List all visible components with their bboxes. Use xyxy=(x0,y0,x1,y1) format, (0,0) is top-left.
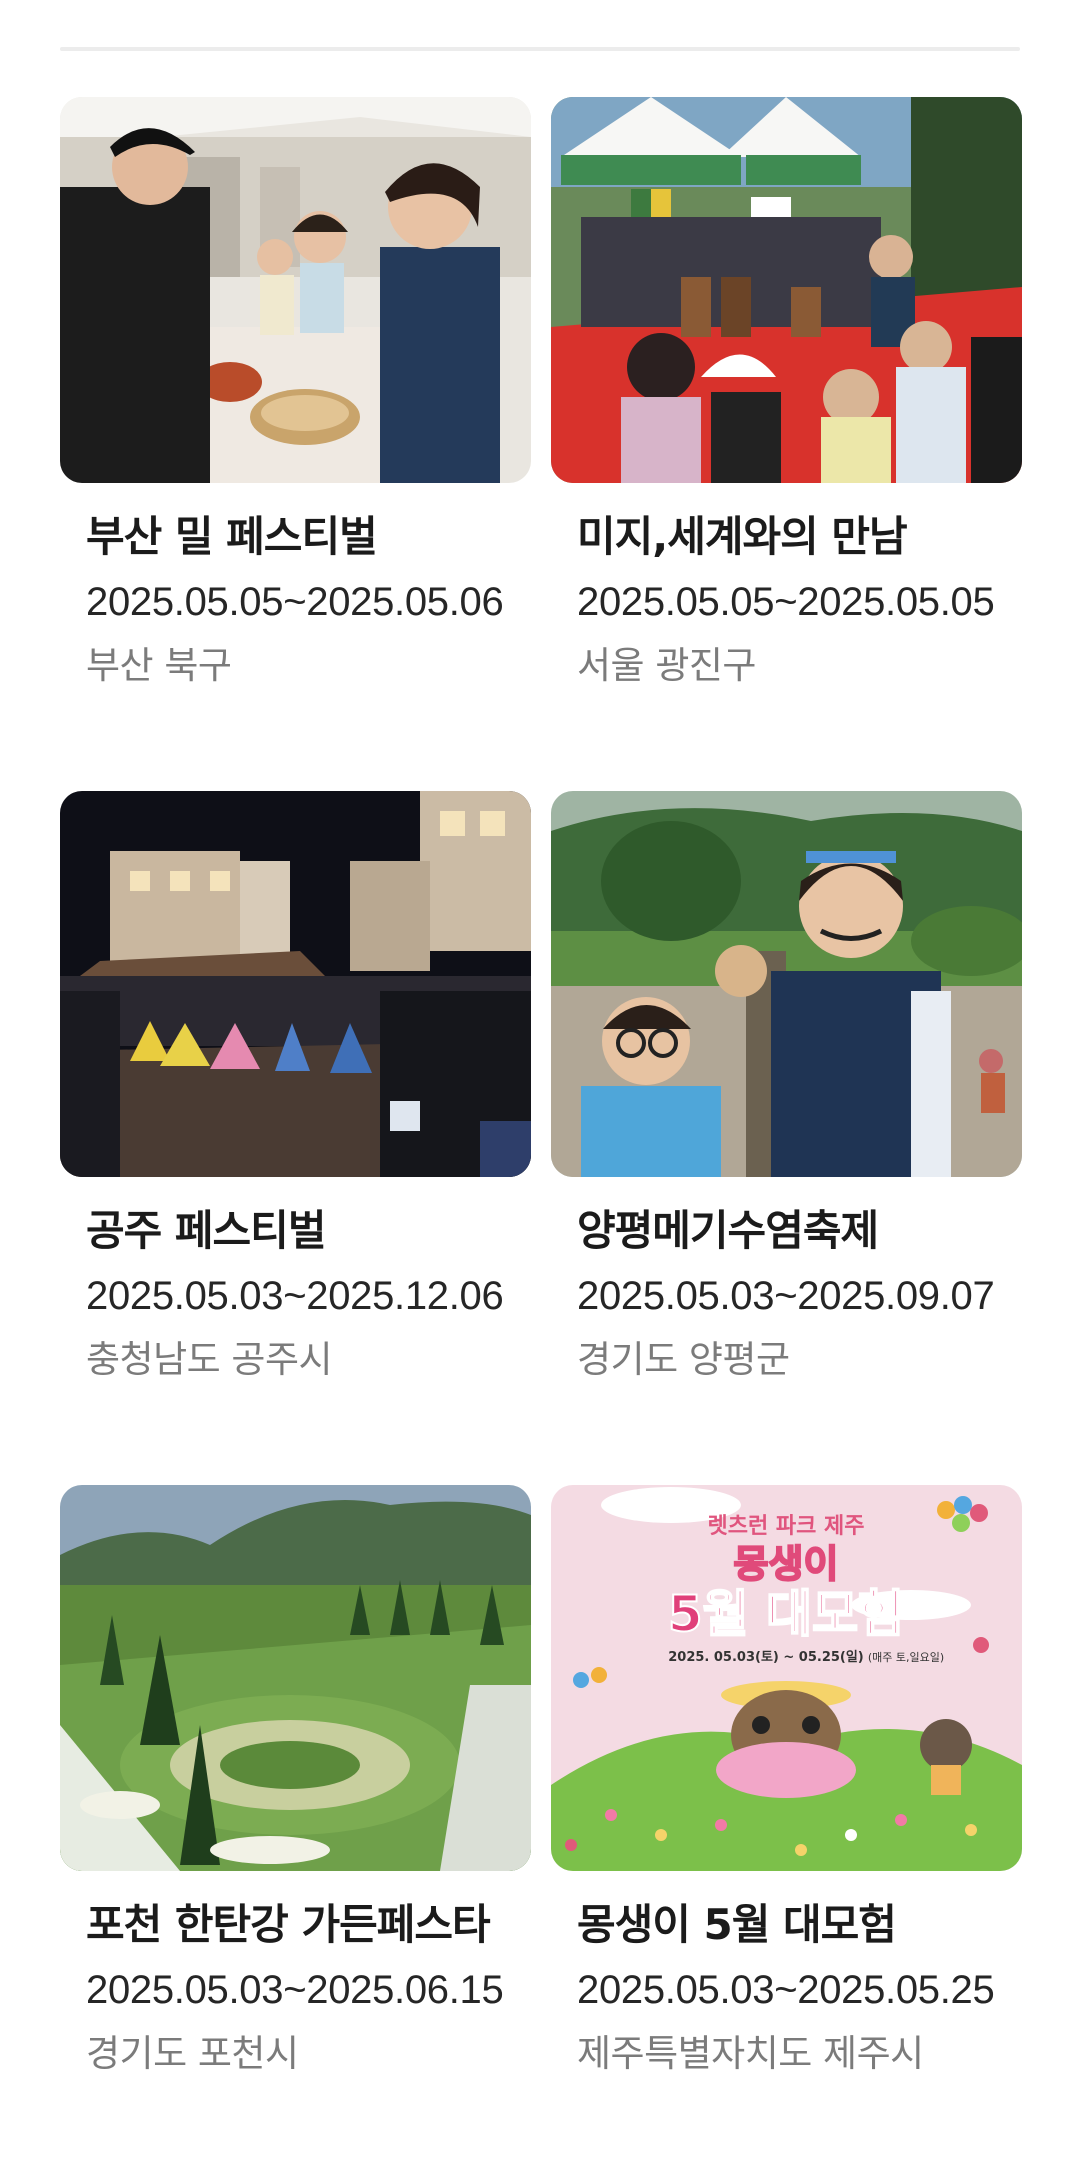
festival-card[interactable]: 포천 한탄강 가든페스타 2025.05.03~2025.06.15 경기도 포… xyxy=(60,1485,531,2079)
festival-thumbnail[interactable]: 렛츠런 파크 제주 몽생이 5월 대모험 2025. 05.03(토) ~ 05… xyxy=(551,1485,1022,1871)
festival-date: 2025.05.03~2025.12.06 xyxy=(86,1274,504,1318)
festival-thumbnail[interactable] xyxy=(60,97,531,483)
night-parade-photo xyxy=(60,791,531,1177)
catfish-kids-photo xyxy=(551,791,1022,1177)
festival-thumbnail[interactable] xyxy=(60,1485,531,1871)
festival-region: 충청남도 공주시 xyxy=(86,1338,333,1381)
poster-line2: 5월 대모험 xyxy=(668,1585,904,1643)
poster-days: (매주 토,일요일) xyxy=(868,1650,944,1664)
festival-region: 경기도 양평군 xyxy=(577,1338,790,1381)
festival-region: 서울 광진구 xyxy=(577,644,756,687)
festival-title: 미지,세계와의 만남 xyxy=(577,512,908,561)
festival-date: 2025.05.05~2025.05.05 xyxy=(577,580,995,624)
festival-title: 부산 밀 페스티벌 xyxy=(86,512,378,561)
drum-performance-photo xyxy=(551,97,1022,483)
poster-dates: 2025. 05.03(토) ~ 05.25(일) xyxy=(668,1650,864,1665)
festival-card[interactable]: 부산 밀 페스티벌 2025.05.05~2025.05.06 부산 북구 xyxy=(60,97,531,691)
festival-thumbnail[interactable] xyxy=(551,791,1022,1177)
garden-photo xyxy=(60,1485,531,1871)
festival-thumbnail[interactable] xyxy=(60,791,531,1177)
festival-date: 2025.05.03~2025.05.25 xyxy=(577,1968,995,2012)
festival-title: 몽생이 5월 대모험 xyxy=(577,1900,897,1949)
festival-region: 부산 북구 xyxy=(86,644,232,687)
festival-region: 경기도 포천시 xyxy=(86,2032,299,2075)
festival-card[interactable]: 미지,세계와의 만남 2025.05.05~2025.05.05 서울 광진구 xyxy=(551,97,1022,691)
festival-region: 제주특별자치도 제주시 xyxy=(577,2032,924,2075)
cooking-tent-photo xyxy=(60,97,531,483)
festival-date: 2025.05.03~2025.09.07 xyxy=(577,1274,995,1318)
festival-title: 포천 한탄강 가든페스타 xyxy=(86,1900,491,1949)
poster-line1: 몽생이 xyxy=(734,1542,839,1586)
festival-title: 공주 페스티벌 xyxy=(86,1206,326,1255)
festival-date: 2025.05.05~2025.05.06 xyxy=(86,580,504,624)
poster-illustration: 렛츠런 파크 제주 몽생이 5월 대모험 2025. 05.03(토) ~ 05… xyxy=(551,1485,1022,1871)
poster-brand: 렛츠런 파크 제주 xyxy=(708,1514,865,1539)
festival-card[interactable]: 공주 페스티벌 2025.05.03~2025.12.06 충청남도 공주시 xyxy=(60,791,531,1385)
festival-date: 2025.05.03~2025.06.15 xyxy=(86,1968,504,2012)
festival-thumbnail[interactable] xyxy=(551,97,1022,483)
festival-title: 양평메기수염축제 xyxy=(577,1206,879,1255)
top-divider xyxy=(60,47,1020,51)
festival-card[interactable]: 렛츠런 파크 제주 몽생이 5월 대모험 2025. 05.03(토) ~ 05… xyxy=(551,1485,1022,2079)
festival-card[interactable]: 양평메기수염축제 2025.05.03~2025.09.07 경기도 양평군 xyxy=(551,791,1022,1385)
